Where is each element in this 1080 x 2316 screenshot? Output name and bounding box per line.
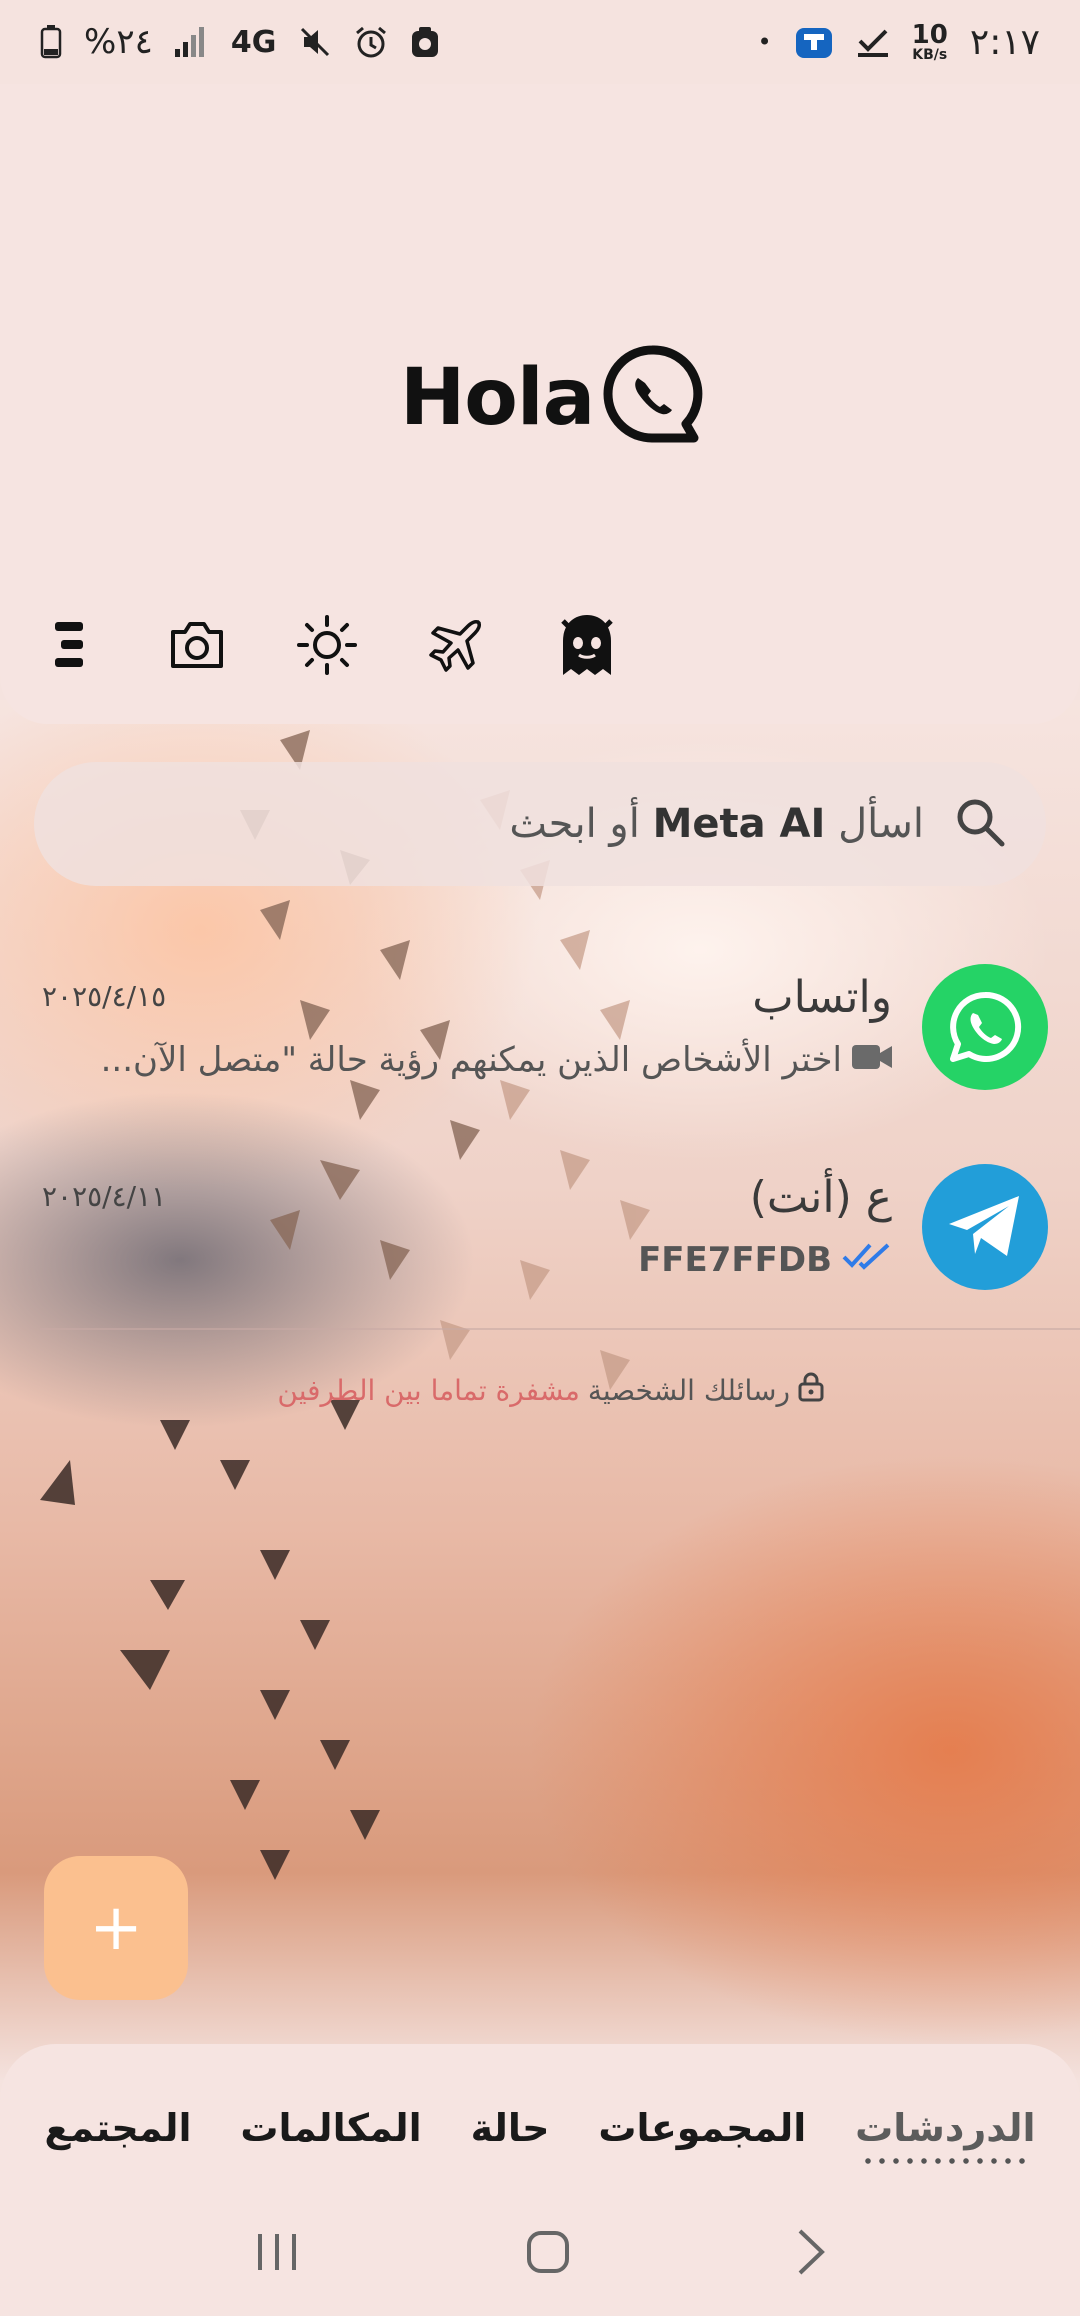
search-icon [954, 796, 1006, 852]
back-button[interactable] [794, 2227, 828, 2281]
airplane-icon [429, 620, 481, 672]
telegram-icon [949, 1196, 1019, 1256]
chat-preview: اختر الأشخاص الذين يمكنهم رؤية حالة "متص… [101, 1040, 892, 1080]
theme-button[interactable] [296, 614, 358, 676]
status-right-group: • 10 KB/s ٢:١٧ [758, 22, 1040, 63]
alarm-icon [354, 25, 388, 59]
chevron-right-icon [798, 2229, 826, 2275]
read-ticks-icon [842, 1240, 892, 1280]
tab-chats[interactable]: الدردشات [855, 2106, 1036, 2164]
header-toolbar [36, 614, 618, 676]
home-button[interactable] [525, 2229, 571, 2279]
new-chat-fab[interactable]: + [44, 1856, 188, 2000]
ghost-icon [561, 615, 613, 675]
chat-avatar[interactable] [922, 964, 1048, 1090]
chat-preview: FFE7FFDB [638, 1240, 892, 1280]
sun-icon [297, 615, 357, 675]
airplane-mode-button[interactable] [426, 614, 488, 676]
chat-avatar[interactable] [922, 1164, 1048, 1290]
encryption-notice[interactable]: رسائلك الشخصية مشفرة تماما بين الطرفين [264, 1372, 824, 1409]
tab-community[interactable]: المجتمع [44, 2106, 191, 2150]
battery-text: %٢٤ [84, 22, 153, 62]
menu-button[interactable] [36, 614, 98, 676]
chat-row-whatsapp[interactable]: واتساب ٢٠٢٥/٤/١٥ اختر الأشخاص الذين يمكن… [0, 964, 1080, 1134]
chat-preview-text: FFE7FFDB [638, 1240, 832, 1280]
app-logo: Hola [400, 344, 704, 452]
status-left-group: %٢٤ 4G [40, 22, 440, 62]
encryption-notice-text: رسائلك الشخصية [587, 1374, 790, 1407]
recents-icon [257, 2234, 296, 2270]
chat-date: ٢٠٢٥/٤/١١ [42, 1180, 167, 1213]
net-speed-unit: KB/s [912, 47, 948, 63]
chat-name: ع (أنت) [749, 1172, 892, 1223]
video-call-icon [852, 1040, 892, 1080]
lock-icon [798, 1372, 824, 1409]
chat-row-self[interactable]: ع (أنت) ٢٠٢٥/٤/١١ FFE7FFDB [0, 1164, 1080, 1334]
network-type: 4G [230, 24, 277, 60]
app-notification-icon [410, 25, 440, 59]
tab-status[interactable]: حالة [471, 2106, 550, 2150]
search-bar[interactable]: اسأل Meta AI أو ابحث [34, 762, 1046, 886]
whatsapp-icon [950, 991, 1022, 1062]
download-done-icon [856, 25, 890, 59]
clock: ٢:١٧ [969, 21, 1040, 63]
search-placeholder-brand: Meta AI [652, 801, 826, 847]
chat-preview-text: اختر الأشخاص الذين يمكنهم رؤية حالة "متص… [100, 1040, 842, 1080]
recents-button[interactable] [252, 2230, 302, 2278]
logo-text: Hola [400, 353, 595, 443]
net-speed: 10 KB/s [912, 22, 948, 62]
menu-icon [55, 622, 83, 667]
camera-icon [171, 622, 223, 668]
net-speed-value: 10 [911, 20, 948, 50]
mute-icon [298, 25, 332, 59]
chat-list-divider [40, 1328, 1080, 1330]
search-placeholder: اسأل Meta AI أو ابحث [509, 801, 924, 847]
plus-icon: + [89, 1891, 143, 1965]
header-panel: Hola [0, 84, 1080, 724]
ghost-mode-button[interactable] [556, 614, 618, 676]
chat-bubble-phone-icon [600, 344, 704, 452]
chat-name: واتساب [752, 972, 892, 1023]
signal-icon [174, 27, 209, 57]
battery-icon [40, 25, 62, 59]
tab-calls[interactable]: المكالمات [240, 2106, 421, 2150]
tab-groups[interactable]: المجموعات [598, 2106, 806, 2150]
home-icon [526, 2231, 569, 2273]
system-navigation-bar [0, 2204, 1080, 2304]
search-placeholder-suffix: أو ابحث [509, 801, 640, 847]
tab-bar: الدردشات المجموعات حالة المكالمات المجتم… [0, 2088, 1080, 2168]
search-placeholder-prefix: اسأل [838, 801, 924, 847]
encryption-notice-link[interactable]: مشفرة تماما بين الطرفين [277, 1374, 579, 1407]
bottom-navigation: الدردشات المجموعات حالة المكالمات المجتم… [0, 2044, 1080, 2316]
chat-date: ٢٠٢٥/٤/١٥ [42, 980, 167, 1013]
notification-dot: • [757, 28, 772, 56]
store-icon [794, 22, 834, 62]
camera-button[interactable] [166, 614, 228, 676]
status-bar: %٢٤ 4G • 10 KB/s ٢:١٧ [0, 0, 1080, 84]
